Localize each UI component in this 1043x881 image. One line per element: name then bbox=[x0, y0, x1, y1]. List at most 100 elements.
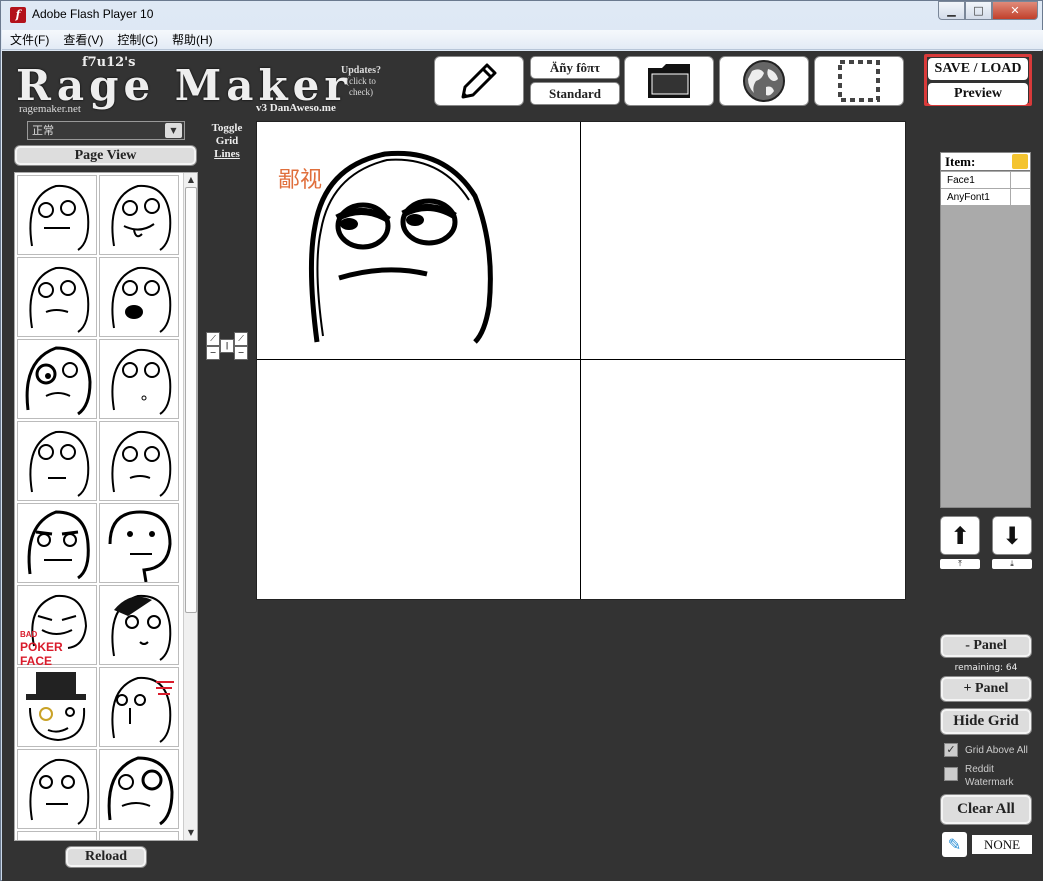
face-thumbnail[interactable] bbox=[99, 831, 179, 840]
face-thumbnail[interactable] bbox=[99, 585, 179, 665]
chevron-down-icon[interactable]: ▼ bbox=[165, 123, 182, 138]
updates-link[interactable]: Updates? (click to check) bbox=[336, 65, 386, 98]
rage-face-icon bbox=[27, 510, 90, 580]
items-header: Item: bbox=[941, 153, 1030, 171]
fancy-font-button[interactable]: Äñy fôπτ bbox=[530, 56, 620, 79]
reddit-watermark-label: Reddit Watermark bbox=[965, 763, 1014, 789]
eyedropper-icon[interactable]: ✎ bbox=[942, 832, 967, 857]
lock-icon[interactable] bbox=[1012, 154, 1028, 169]
face-thumbnail[interactable] bbox=[99, 257, 179, 337]
toggle-grid-lines-button[interactable]: Toggle Grid Lines bbox=[206, 122, 248, 161]
maximize-button[interactable]: □ bbox=[965, 1, 992, 20]
face-thumbnail[interactable] bbox=[99, 421, 179, 501]
face-thumbnail[interactable] bbox=[17, 503, 97, 583]
arrow-down-icon: ⬇ bbox=[1001, 522, 1023, 550]
face-thumbnail[interactable] bbox=[17, 257, 97, 337]
face-thumbnail[interactable] bbox=[99, 339, 179, 419]
standard-font-button[interactable]: Standard bbox=[530, 82, 620, 105]
hide-grid-button[interactable]: Hide Grid bbox=[940, 708, 1032, 735]
toggle-grid-line2: Grid bbox=[215, 135, 239, 147]
minimize-button[interactable]: ▁ bbox=[938, 1, 965, 20]
rage-face-icon bbox=[29, 184, 90, 251]
menu-control[interactable]: 控制(C) bbox=[117, 31, 158, 48]
move-to-top-button[interactable]: ⤒ bbox=[940, 559, 980, 569]
preview-button[interactable]: Preview bbox=[928, 83, 1028, 105]
save-load-group: SAVE / LOAD Preview bbox=[924, 54, 1032, 106]
comic-canvas[interactable]: 鄙视 bbox=[256, 121, 906, 600]
add-panel-button[interactable]: + Panel bbox=[940, 676, 1032, 702]
item-lock-checkbox[interactable] bbox=[1010, 172, 1030, 188]
item-lock-checkbox[interactable] bbox=[1010, 189, 1030, 205]
face-thumbnail[interactable] bbox=[99, 749, 179, 829]
scroll-down-icon[interactable]: ▼ bbox=[184, 826, 197, 840]
face-thumbnail[interactable] bbox=[17, 339, 97, 419]
rage-face-icon bbox=[108, 510, 172, 583]
remove-panel-button[interactable]: - Panel bbox=[940, 634, 1032, 658]
face-thumbnail[interactable] bbox=[17, 175, 97, 255]
arrow-up-icon: ⬆ bbox=[949, 522, 971, 550]
face-thumbnail[interactable] bbox=[17, 421, 97, 501]
rage-face-icon bbox=[25, 346, 92, 416]
close-button[interactable]: ✕ bbox=[992, 1, 1038, 20]
minus-height-icon[interactable]: − bbox=[234, 346, 248, 360]
move-layer-up-button[interactable]: ⬆ bbox=[940, 516, 980, 555]
menu-bar: 文件(F) 查看(V) 控制(C) 帮助(H) bbox=[2, 30, 1043, 50]
flash-player-window: f Adobe Flash Player 10 ▁ □ ✕ 文件(F) 查看(V… bbox=[0, 0, 1043, 881]
clear-all-button[interactable]: Clear All bbox=[940, 794, 1032, 825]
scroll-up-icon[interactable]: ▲ bbox=[184, 173, 197, 187]
reddit-watermark-checkbox[interactable] bbox=[944, 767, 958, 781]
item-row[interactable]: Face1 bbox=[941, 172, 1030, 189]
reddit-watermark-label-1: Reddit bbox=[965, 764, 994, 775]
grid-above-all-checkbox[interactable]: ✓ bbox=[944, 743, 958, 757]
globe-icon bbox=[743, 60, 785, 102]
menu-help[interactable]: 帮助(H) bbox=[172, 31, 213, 48]
rage-face-icon bbox=[111, 430, 172, 497]
grid-line-horizontal bbox=[257, 359, 905, 360]
pencil-icon bbox=[461, 63, 497, 99]
item-row[interactable]: AnyFont1 bbox=[941, 189, 1030, 206]
globe-button[interactable] bbox=[719, 56, 809, 106]
item-row-label: Face1 bbox=[947, 175, 975, 186]
face-thumbnail[interactable] bbox=[17, 749, 97, 829]
move-layer-down-button[interactable]: ⬇ bbox=[992, 516, 1032, 555]
face-thumbnail[interactable] bbox=[99, 667, 179, 747]
face-label-bad: BAD bbox=[20, 630, 38, 639]
color-value-field[interactable]: NONE bbox=[972, 835, 1032, 854]
rage-face-icon bbox=[107, 756, 174, 826]
rage-face-icon bbox=[29, 266, 90, 333]
shrink-height-icon[interactable]: ⟋ bbox=[234, 332, 248, 346]
minus-width-icon[interactable]: − bbox=[206, 346, 220, 360]
rage-face-icon bbox=[111, 266, 172, 333]
face-thumbnail[interactable]: BAD POKER FACE bbox=[17, 585, 97, 668]
face-thumbnail[interactable] bbox=[99, 503, 179, 583]
menu-view[interactable]: 查看(V) bbox=[63, 31, 103, 48]
blend-mode-select[interactable]: 正常 ▼ bbox=[27, 121, 185, 140]
logo-url-link[interactable]: ragemaker.net bbox=[19, 103, 81, 115]
rage-face-icon bbox=[26, 672, 86, 742]
face-thumbnail[interactable] bbox=[17, 667, 97, 747]
reload-button[interactable]: Reload bbox=[65, 846, 147, 868]
select-area-button[interactable] bbox=[814, 56, 904, 106]
menu-file[interactable]: 文件(F) bbox=[10, 31, 49, 48]
face-thumbnail[interactable] bbox=[17, 831, 97, 840]
face-thumbnail[interactable] bbox=[99, 175, 179, 255]
save-load-button[interactable]: SAVE / LOAD bbox=[928, 58, 1028, 80]
updates-hint-1: (click to bbox=[346, 76, 376, 86]
placed-rage-face-icon[interactable] bbox=[305, 146, 495, 344]
pencil-tool-button[interactable] bbox=[434, 56, 524, 106]
items-header-label: Item: bbox=[945, 154, 976, 169]
shrink-width-icon[interactable]: ⟋ bbox=[206, 332, 220, 346]
remaining-panels-count: remaining: 64 bbox=[954, 663, 1018, 673]
move-to-bottom-button[interactable]: ⤓ bbox=[992, 559, 1032, 569]
scroll-thumb[interactable] bbox=[185, 187, 197, 613]
version-credit[interactable]: v3 DanAweso.me bbox=[256, 102, 336, 114]
rage-face-icon bbox=[29, 758, 90, 825]
page-view-button[interactable]: Page View bbox=[14, 145, 197, 166]
resize-handle-icon[interactable]: ǀ bbox=[220, 339, 234, 353]
open-folder-button[interactable] bbox=[624, 56, 714, 106]
face-palette-scrollbar[interactable]: ▲ ▼ bbox=[183, 173, 197, 840]
selection-icon bbox=[838, 60, 880, 102]
reddit-watermark-label-2: Watermark bbox=[965, 777, 1014, 788]
folder-icon bbox=[648, 64, 690, 98]
face-label-poker: POKER FACE bbox=[20, 640, 63, 668]
